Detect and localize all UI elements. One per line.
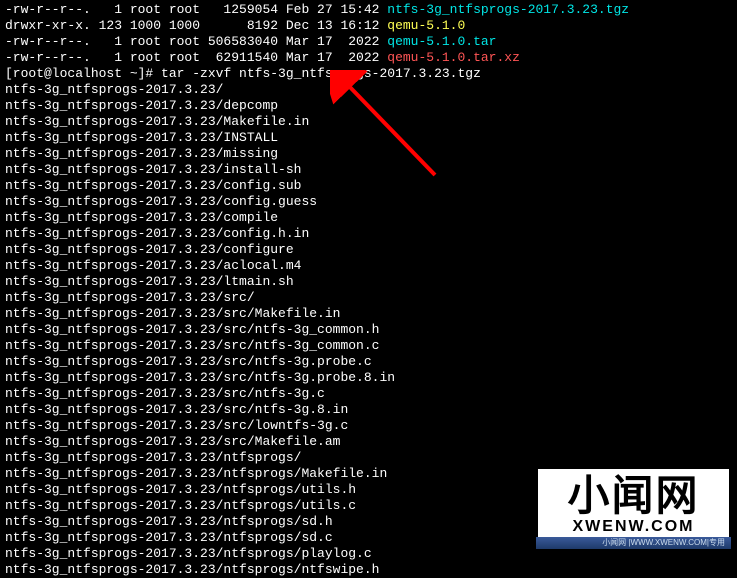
filename: qemu-5.1.0.tar <box>387 34 496 49</box>
tar-output-line: ntfs-3g_ntfsprogs-2017.3.23/ntfsprogs/ <box>5 450 732 466</box>
tar-output-line: ntfs-3g_ntfsprogs-2017.3.23/aclocal.m4 <box>5 258 732 274</box>
command-line[interactable]: [root@localhost ~]# tar -zxvf ntfs-3g_nt… <box>5 66 732 82</box>
tar-output-line: ntfs-3g_ntfsprogs-2017.3.23/Makefile.in <box>5 114 732 130</box>
tar-output-line: ntfs-3g_ntfsprogs-2017.3.23/src/ntfs-3g.… <box>5 402 732 418</box>
filename: qemu-5.1.0.tar.xz <box>387 50 520 65</box>
watermark-text: 小闻网 <box>538 475 729 517</box>
tar-output-line: ntfs-3g_ntfsprogs-2017.3.23/INSTALL <box>5 130 732 146</box>
tar-output-line: ntfs-3g_ntfsprogs-2017.3.23/compile <box>5 210 732 226</box>
tar-output-line: ntfs-3g_ntfsprogs-2017.3.23/src/ntfs-3g.… <box>5 370 732 386</box>
ls-meta: drwxr-xr-x. 123 1000 1000 8192 Dec 13 16… <box>5 18 387 33</box>
tar-output-line: ntfs-3g_ntfsprogs-2017.3.23/src/lowntfs-… <box>5 418 732 434</box>
ls-row: -rw-r--r--. 1 root root 1259054 Feb 27 1… <box>5 2 732 18</box>
ls-meta: -rw-r--r--. 1 root root 1259054 Feb 27 1… <box>5 2 387 17</box>
tar-output-line: ntfs-3g_ntfsprogs-2017.3.23/src/ntfs-3g.… <box>5 386 732 402</box>
tar-output-line: ntfs-3g_ntfsprogs-2017.3.23/config.h.in <box>5 226 732 242</box>
ls-row: -rw-r--r--. 1 root root 62911540 Mar 17 … <box>5 50 732 66</box>
tar-output-line: ntfs-3g_ntfsprogs-2017.3.23/missing <box>5 146 732 162</box>
watermark: 小闻网 XWENW.COM <box>536 467 731 539</box>
tar-output-line: ntfs-3g_ntfsprogs-2017.3.23/src/ntfs-3g_… <box>5 338 732 354</box>
ls-row: drwxr-xr-x. 123 1000 1000 8192 Dec 13 16… <box>5 18 732 34</box>
tar-output-line: ntfs-3g_ntfsprogs-2017.3.23/src/ <box>5 290 732 306</box>
ls-meta: -rw-r--r--. 1 root root 506583040 Mar 17… <box>5 34 387 49</box>
filename: qemu-5.1.0 <box>387 18 465 33</box>
tar-output-line: ntfs-3g_ntfsprogs-2017.3.23/ltmain.sh <box>5 274 732 290</box>
tar-output-line: ntfs-3g_ntfsprogs-2017.3.23/depcomp <box>5 98 732 114</box>
shell-command: tar -zxvf ntfs-3g_ntfsprogs-2017.3.23.tg… <box>161 66 481 81</box>
tar-output-line: ntfs-3g_ntfsprogs-2017.3.23/config.sub <box>5 178 732 194</box>
tar-output-line: ntfs-3g_ntfsprogs-2017.3.23/src/ntfs-3g.… <box>5 354 732 370</box>
tar-output-line: ntfs-3g_ntfsprogs-2017.3.23/config.guess <box>5 194 732 210</box>
tar-output-line: ntfs-3g_ntfsprogs-2017.3.23/install-sh <box>5 162 732 178</box>
shell-prompt: [root@localhost ~]# <box>5 66 161 81</box>
watermark-strip: 小闻网 |WWW.XWENW.COM|专用 <box>536 537 731 549</box>
tar-output-line: ntfs-3g_ntfsprogs-2017.3.23/ntfsprogs/nt… <box>5 562 732 578</box>
tar-output-line: ntfs-3g_ntfsprogs-2017.3.23/configure <box>5 242 732 258</box>
filename: ntfs-3g_ntfsprogs-2017.3.23.tgz <box>387 2 629 17</box>
tar-output-line: ntfs-3g_ntfsprogs-2017.3.23/src/Makefile… <box>5 306 732 322</box>
tar-output-line: ntfs-3g_ntfsprogs-2017.3.23/ <box>5 82 732 98</box>
tar-output-line: ntfs-3g_ntfsprogs-2017.3.23/src/ntfs-3g_… <box>5 322 732 338</box>
watermark-url: XWENW.COM <box>538 519 729 535</box>
ls-row: -rw-r--r--. 1 root root 506583040 Mar 17… <box>5 34 732 50</box>
ls-meta: -rw-r--r--. 1 root root 62911540 Mar 17 … <box>5 50 387 65</box>
tar-output-line: ntfs-3g_ntfsprogs-2017.3.23/src/Makefile… <box>5 434 732 450</box>
